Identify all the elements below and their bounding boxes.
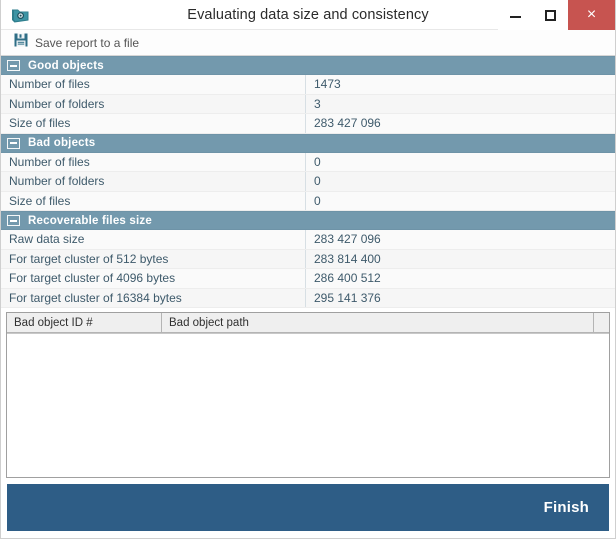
- property-section: Good objects Number of files 1473 Number of…: [1, 56, 615, 134]
- maximize-icon: [545, 9, 556, 21]
- property-value: 283 814 400: [314, 251, 381, 266]
- finish-bar[interactable]: Finish: [7, 484, 609, 531]
- close-icon: ×: [586, 6, 597, 23]
- property-row[interactable]: For target cluster of 512 bytes 283 814 4…: [1, 249, 615, 269]
- minimize-icon: [510, 16, 521, 18]
- collapse-minus-icon[interactable]: [7, 60, 20, 71]
- dialog-window: Evaluating data size and consistency × S…: [0, 0, 616, 539]
- property-rows: Raw data size 283 427 096 For target clust…: [1, 230, 615, 308]
- toolbar: Save report to a file: [1, 30, 615, 56]
- table-body-empty[interactable]: [7, 334, 609, 477]
- save-report-button[interactable]: Save report to a file: [10, 31, 143, 54]
- section-title: Bad objects: [28, 137, 96, 149]
- footer: Finish: [1, 478, 615, 538]
- title-bar: Evaluating data size and consistency ×: [1, 0, 615, 30]
- property-row[interactable]: For target cluster of 16384 bytes 295 141…: [1, 288, 615, 308]
- property-name: Raw data size: [1, 230, 306, 249]
- property-row[interactable]: Size of files 0: [1, 191, 615, 211]
- property-value: 283 427 096: [314, 116, 381, 131]
- table-header-row: Bad object ID # Bad object path: [7, 313, 609, 334]
- minimize-button[interactable]: [498, 0, 533, 30]
- window-controls: ×: [498, 0, 615, 30]
- property-rows: Number of files 0 Number of folders 0 Size o…: [1, 152, 615, 211]
- property-row[interactable]: For target cluster of 4096 bytes 286 400 …: [1, 269, 615, 289]
- section-header[interactable]: Recoverable files size: [1, 211, 615, 230]
- property-section: Recoverable files size Raw data size 283 4…: [1, 211, 615, 308]
- property-name: Number of files: [1, 75, 306, 94]
- section-title: Recoverable files size: [28, 214, 152, 227]
- property-row[interactable]: Number of files 0: [1, 152, 615, 172]
- property-value: 1473: [314, 77, 341, 92]
- column-header-bad-object-path[interactable]: Bad object path: [162, 313, 594, 333]
- property-value: 3: [314, 96, 321, 111]
- property-section: Bad objects Number of files 0 Number of fol…: [1, 133, 615, 211]
- property-rows: Number of files 1473 Number of folders 3 Siz…: [1, 75, 615, 134]
- property-name: Number of folders: [1, 172, 306, 191]
- collapse-minus-icon[interactable]: [7, 137, 20, 149]
- report-content: Good objects Number of files 1473 Number of…: [1, 56, 615, 478]
- section-title: Good objects: [28, 59, 104, 72]
- floppy-disk-icon: [14, 33, 28, 52]
- property-value: 286 400 512: [314, 271, 381, 286]
- property-value: 0: [314, 174, 321, 189]
- finish-button[interactable]: Finish: [544, 499, 589, 516]
- save-report-label: Save report to a file: [35, 35, 140, 50]
- property-value: 0: [314, 193, 321, 208]
- column-header-bad-object-id[interactable]: Bad object ID #: [7, 313, 162, 333]
- property-name: For target cluster of 4096 bytes: [1, 269, 306, 288]
- section-header[interactable]: Bad objects: [1, 133, 615, 153]
- property-name: For target cluster of 512 bytes: [1, 249, 306, 268]
- property-value: 295 141 376: [314, 290, 381, 305]
- column-header-filler: [594, 313, 609, 333]
- property-value: 0: [314, 154, 321, 169]
- property-name: Size of files: [1, 114, 306, 133]
- property-name: For target cluster of 16384 bytes: [1, 288, 306, 307]
- property-row[interactable]: Size of files 283 427 096: [1, 114, 615, 134]
- collapse-minus-icon[interactable]: [7, 215, 20, 226]
- property-name: Number of folders: [1, 94, 306, 113]
- property-name: Number of files: [1, 152, 306, 171]
- property-row[interactable]: Raw data size 283 427 096: [1, 230, 615, 250]
- property-grid: Good objects Number of files 1473 Number of…: [1, 56, 615, 308]
- property-name: Size of files: [1, 191, 306, 210]
- maximize-button[interactable]: [533, 0, 568, 30]
- bad-objects-table: Bad object ID # Bad object path: [6, 312, 610, 478]
- property-row[interactable]: Number of folders 3: [1, 94, 615, 114]
- close-button[interactable]: ×: [568, 0, 615, 30]
- property-value: 283 427 096: [314, 232, 381, 247]
- property-row[interactable]: Number of files 1473: [1, 75, 615, 95]
- folder-shield-icon: [11, 6, 30, 24]
- property-row[interactable]: Number of folders 0: [1, 172, 615, 192]
- section-header[interactable]: Good objects: [1, 56, 615, 75]
